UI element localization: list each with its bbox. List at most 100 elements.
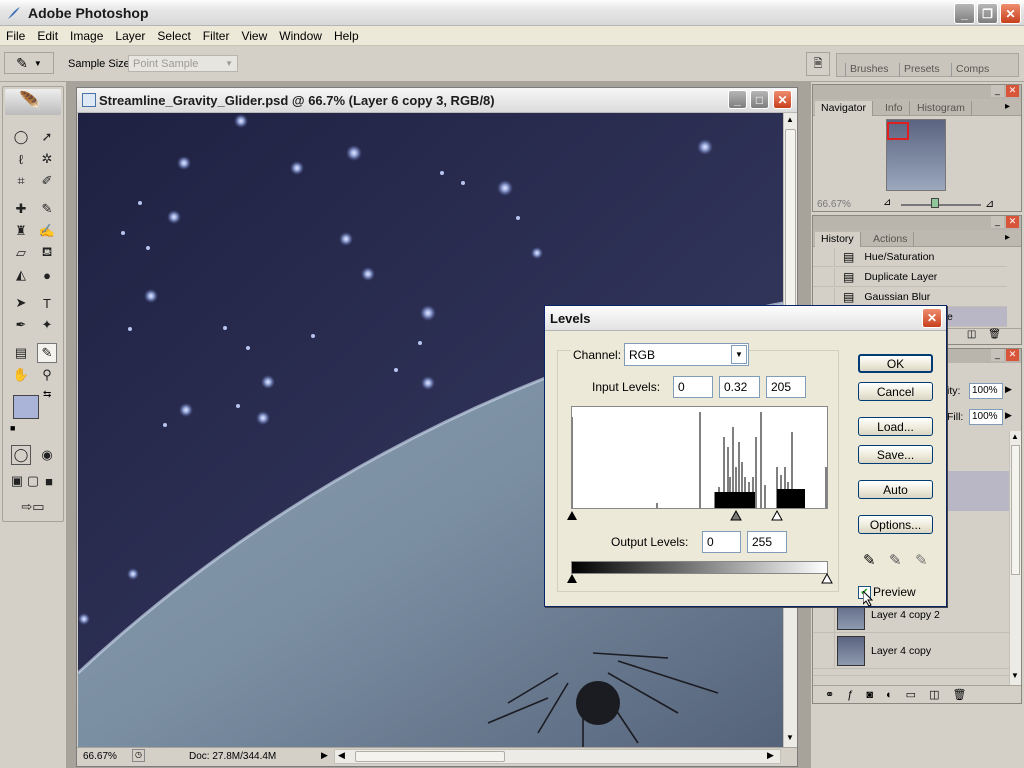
panel-close-icon[interactable]: ✕ xyxy=(1006,85,1019,97)
brush-tool-icon[interactable]: ✎ xyxy=(37,199,57,219)
new-snapshot-icon[interactable]: ◫ xyxy=(967,329,976,344)
scroll-up-icon[interactable]: ▲ xyxy=(786,115,794,124)
custom-shape-tool-icon[interactable]: ✦ xyxy=(37,315,57,335)
scroll-up-icon[interactable]: ▲ xyxy=(1011,432,1019,441)
zoom-out-icon[interactable]: ⊿ xyxy=(883,197,891,208)
lasso-tool-icon[interactable]: ℓ xyxy=(11,149,31,169)
navigator-zoom-value[interactable]: 66.67% xyxy=(817,199,851,210)
history-brush-tool-icon[interactable]: ✍ xyxy=(37,221,57,241)
history-brush-source[interactable] xyxy=(813,267,835,286)
preview-label[interactable]: Preview xyxy=(873,585,916,599)
slice-tool-icon[interactable]: ✐ xyxy=(37,171,57,191)
channel-select[interactable]: RGB ▼ xyxy=(624,343,749,366)
levels-close-button[interactable]: ✕ xyxy=(922,308,942,328)
panel-minimize-icon[interactable]: _ xyxy=(991,216,1004,228)
doc-close-button[interactable]: ✕ xyxy=(773,90,792,109)
gray-point-eyedropper-icon[interactable]: ✎ xyxy=(889,551,902,569)
navigator-view-box[interactable] xyxy=(887,122,909,140)
layers-scroll-thumb[interactable] xyxy=(1011,445,1020,575)
auto-button[interactable]: Auto xyxy=(858,480,933,499)
marquee-tool-icon[interactable]: ◯ xyxy=(11,127,31,147)
eyedropper-tool-icon[interactable]: ✎ xyxy=(37,343,57,363)
tab-histogram[interactable]: Histogram xyxy=(911,101,972,116)
layer-mask-icon[interactable]: ◙ xyxy=(866,689,873,701)
layer-row[interactable]: Layer 4 copy xyxy=(813,632,1009,669)
input-black-field[interactable]: 0 xyxy=(673,376,713,398)
input-white-field[interactable]: 205 xyxy=(766,376,806,398)
horizontal-scroll-thumb[interactable] xyxy=(355,751,505,762)
chevron-down-icon[interactable]: ▼ xyxy=(731,345,747,364)
output-sliders[interactable] xyxy=(565,573,835,585)
screen-mode-full-menu-icon[interactable]: ▢ xyxy=(25,471,41,491)
fill-input[interactable]: 100% xyxy=(969,409,1003,425)
vertical-scroll-thumb[interactable] xyxy=(785,129,796,329)
healing-brush-tool-icon[interactable]: ✚ xyxy=(11,199,31,219)
new-layer-icon[interactable]: ◫ xyxy=(929,688,939,701)
doc-maximize-button[interactable]: □ xyxy=(750,90,769,109)
menu-filter[interactable]: Filter xyxy=(197,29,236,43)
zoom-tool-icon[interactable]: ⚲ xyxy=(37,365,57,385)
tab-info[interactable]: Info xyxy=(879,101,910,116)
options-button[interactable]: Options... xyxy=(858,515,933,534)
panel-minimize-icon[interactable]: _ xyxy=(991,349,1004,361)
history-brush-source[interactable] xyxy=(813,287,835,306)
panel-menu-icon[interactable]: ▸ xyxy=(1005,101,1010,112)
layer-visibility-toggle[interactable] xyxy=(813,632,835,669)
menu-select[interactable]: Select xyxy=(151,29,196,43)
ok-button[interactable]: OK xyxy=(858,354,933,373)
tab-navigator[interactable]: Navigator xyxy=(815,101,873,116)
menu-layer[interactable]: Layer xyxy=(109,29,151,43)
tool-preset-picker[interactable]: ✎ ▼ xyxy=(4,52,54,74)
clone-stamp-tool-icon[interactable]: ♜ xyxy=(11,221,31,241)
restore-button[interactable]: ❐ xyxy=(977,3,998,24)
path-selection-tool-icon[interactable]: ➤ xyxy=(11,293,31,313)
menu-help[interactable]: Help xyxy=(328,29,365,43)
output-black-slider[interactable] xyxy=(567,574,577,583)
input-black-slider[interactable] xyxy=(567,511,577,520)
crop-tool-icon[interactable]: ⌗ xyxy=(11,171,31,191)
status-info-icon[interactable]: ◷ xyxy=(132,749,145,762)
doc-minimize-button[interactable]: _ xyxy=(728,90,747,109)
output-white-field[interactable]: 255 xyxy=(747,531,787,553)
palette-well-tab-comps[interactable]: Comps xyxy=(951,63,993,77)
history-brush-source[interactable] xyxy=(813,247,835,266)
horizontal-scrollbar[interactable]: ◀ ▶ xyxy=(334,749,781,764)
sample-size-select[interactable]: Point Sample ▼ xyxy=(128,55,238,72)
output-white-slider[interactable] xyxy=(821,573,833,584)
input-gamma-field[interactable]: 0.32 xyxy=(719,376,760,398)
fill-slider-arrow-icon[interactable]: ▶ xyxy=(1005,410,1012,421)
menu-view[interactable]: View xyxy=(235,29,273,43)
dodge-tool-icon[interactable]: ● xyxy=(37,265,57,285)
file-browser-button[interactable]: 🗎 xyxy=(806,52,830,76)
menu-image[interactable]: Image xyxy=(64,29,109,43)
tab-history[interactable]: History xyxy=(815,232,861,247)
history-item[interactable]: ▤ Hue/Saturation xyxy=(813,247,1007,267)
new-group-icon[interactable]: ▭ xyxy=(906,688,916,701)
zoom-in-icon[interactable]: ⊿ xyxy=(985,197,994,210)
link-layers-icon[interactable]: ⚭ xyxy=(825,688,834,701)
swap-colors-icon[interactable]: ⇆ xyxy=(43,389,51,400)
cancel-button[interactable]: Cancel xyxy=(858,382,933,401)
default-colors-icon[interactable]: ■ xyxy=(10,423,15,433)
panel-minimize-icon[interactable]: _ xyxy=(991,85,1004,97)
layer-style-icon[interactable]: ƒ xyxy=(847,689,853,701)
paint-bucket-tool-icon[interactable]: ⛾ xyxy=(37,243,57,263)
screen-mode-standard-icon[interactable]: ▣ xyxy=(9,471,25,491)
type-tool-icon[interactable]: T xyxy=(37,293,57,313)
white-point-eyedropper-icon[interactable]: ✎ xyxy=(915,551,928,569)
hand-tool-icon[interactable]: ✋ xyxy=(11,365,31,385)
save-button[interactable]: Save... xyxy=(858,445,933,464)
adjustment-layer-icon[interactable]: ◐ xyxy=(886,689,893,701)
notes-tool-icon[interactable]: ▤ xyxy=(11,343,31,363)
panel-menu-icon[interactable]: ▸ xyxy=(1005,232,1010,243)
standard-mode-icon[interactable]: ◯ xyxy=(11,445,31,465)
panel-close-icon[interactable]: ✕ xyxy=(1006,216,1019,228)
move-tool-icon[interactable]: ➚ xyxy=(37,127,57,147)
minimize-button[interactable]: _ xyxy=(954,3,975,24)
input-sliders[interactable] xyxy=(565,510,835,522)
navigator-zoom-handle[interactable] xyxy=(931,198,939,208)
history-item[interactable]: ▤ Duplicate Layer xyxy=(813,267,1007,287)
menu-window[interactable]: Window xyxy=(273,29,328,43)
palette-well-tab-presets[interactable]: Presets xyxy=(899,63,944,77)
zoom-level[interactable]: 66.67% xyxy=(83,751,117,762)
